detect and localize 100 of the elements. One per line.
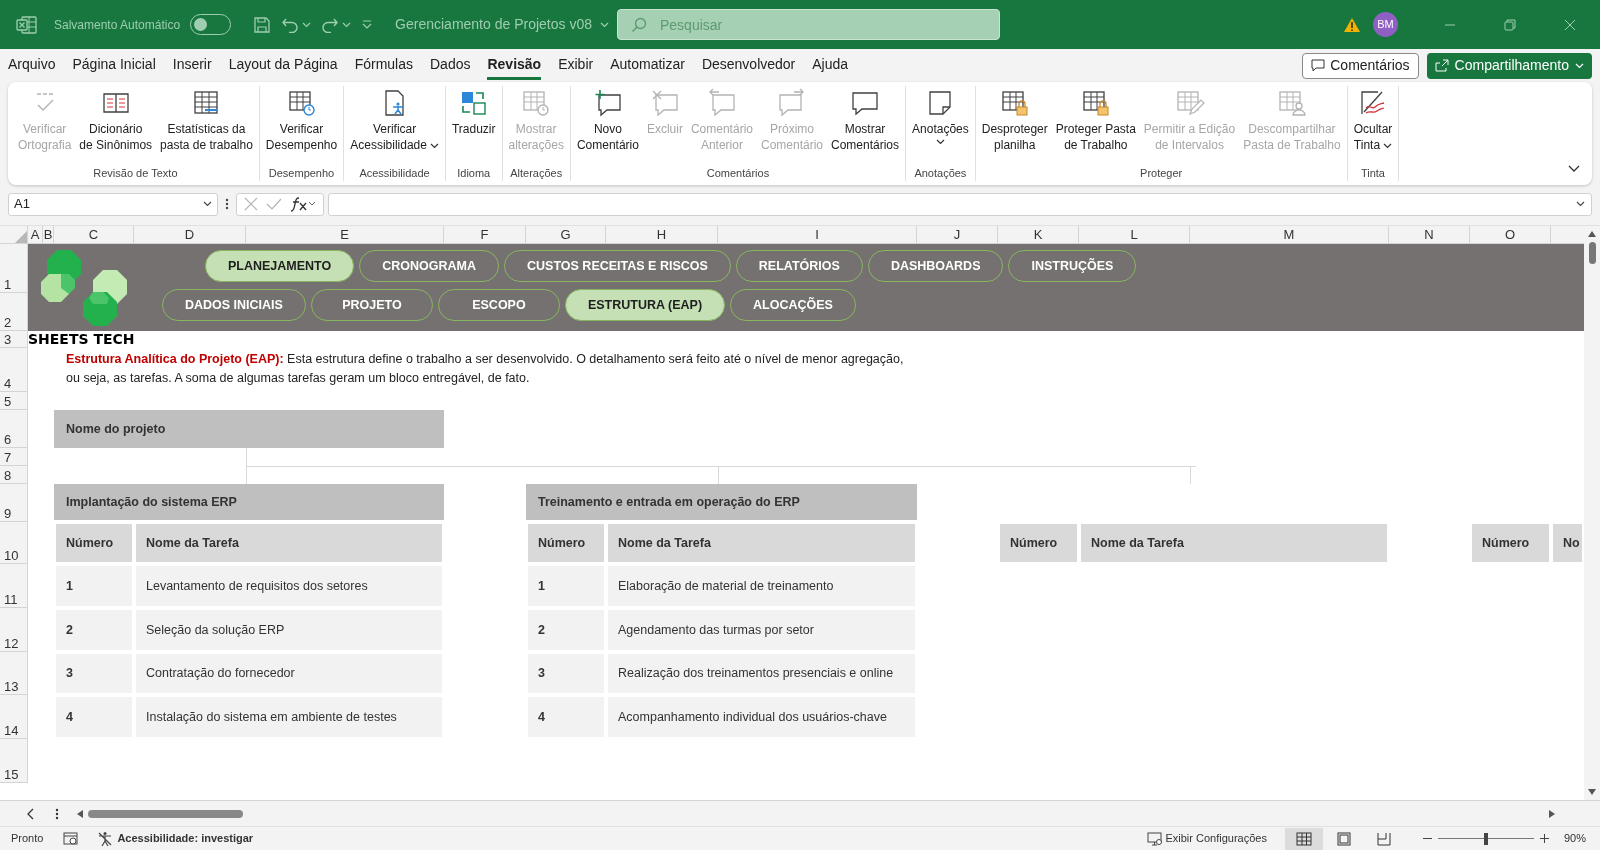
accessibility-status[interactable]: Acessibilidade: investigar — [97, 830, 254, 847]
menu-tab[interactable]: Arquivo — [8, 51, 56, 80]
row-header[interactable]: 10 — [0, 522, 28, 564]
more-sheets-icon[interactable] — [54, 806, 60, 821]
macro-record-icon[interactable] — [63, 831, 80, 846]
ribbon-button[interactable]: Anotações — [909, 86, 972, 145]
row-header[interactable]: 2 — [0, 293, 28, 331]
collapse-ribbon-icon[interactable] — [1568, 165, 1580, 173]
column-heading: Nome da Tarefa — [134, 522, 444, 564]
column-header[interactable]: N — [1389, 226, 1470, 244]
menu-tab[interactable]: Layout da Página — [228, 51, 338, 80]
task-number: 4 — [526, 695, 606, 739]
user-avatar[interactable]: BM — [1373, 12, 1398, 37]
display-settings-icon — [1147, 831, 1164, 846]
nav-button[interactable]: PLANEJAMENTO — [205, 250, 355, 282]
column-header[interactable]: I — [718, 226, 917, 244]
column-heading: No — [1551, 522, 1584, 564]
redo-icon[interactable] — [321, 16, 340, 33]
ribbon-button[interactable]: Desproteger planilha — [978, 86, 1051, 153]
column-header[interactable]: D — [134, 226, 246, 244]
row-header[interactable]: 11 — [0, 564, 28, 608]
menu-tab[interactable]: Desenvolvedor — [701, 51, 796, 80]
zoom-in-icon[interactable] — [1539, 834, 1549, 843]
scroll-left-icon[interactable] — [76, 808, 84, 819]
column-header[interactable]: A — [28, 226, 43, 244]
block-title: Implantação do sistema ERP — [54, 484, 444, 522]
ribbon-button[interactable]: Verificar Desempenho — [262, 86, 341, 153]
column-header[interactable]: H — [606, 226, 718, 244]
close-icon[interactable] — [1564, 18, 1576, 31]
task-name: Seleção da solução ERP — [134, 608, 444, 652]
row-header[interactable]: 14 — [0, 695, 28, 739]
ribbon-button[interactable]: Novo Comentário — [573, 86, 642, 153]
row-header[interactable]: 7 — [0, 448, 28, 466]
task-name: Realização dos treinamentos presenciais e online — [606, 652, 917, 695]
column-header[interactable]: F — [444, 226, 526, 244]
scroll-thumb[interactable] — [88, 809, 243, 818]
formula-input[interactable] — [328, 192, 1592, 216]
normal-view-icon[interactable] — [1284, 827, 1323, 850]
column-header[interactable]: J — [917, 226, 998, 244]
ribbon-button[interactable]: Ocultar Tinta — [1350, 86, 1396, 153]
column-header[interactable]: K — [998, 226, 1079, 244]
menu-tab[interactable]: Exibir — [558, 51, 594, 80]
ribbon-button[interactable]: Verificar Acessibilidade — [347, 86, 442, 153]
ribbon-button[interactable]: Traduzir — [448, 86, 499, 137]
horizontal-scrollbar[interactable] — [76, 808, 1556, 819]
column-header[interactable]: G — [526, 226, 606, 244]
task-number: 1 — [526, 564, 606, 608]
menu-tab[interactable]: Revisão — [487, 51, 542, 80]
undo-icon[interactable] — [281, 16, 300, 33]
row-header[interactable]: 6 — [0, 410, 28, 448]
column-header[interactable]: E — [246, 226, 444, 244]
nav-button[interactable]: ESTRUTURA (EAP) — [564, 289, 726, 321]
menu-tab[interactable]: Fórmulas — [354, 51, 413, 80]
share-button[interactable]: Compartilhamento — [1426, 52, 1592, 79]
search-field[interactable]: Pesquisar — [617, 9, 1000, 40]
row-header[interactable]: 12 — [0, 608, 28, 652]
row-header[interactable]: 8 — [0, 466, 28, 484]
ribbon-button[interactable]: Dicionário de Sinônimos — [76, 86, 156, 153]
row-header[interactable]: 4 — [0, 348, 28, 392]
scroll-up-icon[interactable] — [1587, 230, 1597, 238]
menu-tab[interactable]: Automatizar — [610, 51, 685, 80]
name-box[interactable]: A1 — [8, 192, 218, 216]
cancel-icon[interactable] — [244, 197, 258, 211]
zoom-slider[interactable] — [1437, 832, 1534, 845]
ribbon-button[interactable]: Proteger Pasta de Trabalho — [1052, 86, 1139, 153]
scroll-right-icon[interactable] — [1548, 808, 1556, 819]
task-name: Acompanhamento individual dos usuários-chave — [606, 695, 917, 739]
menu-tab[interactable]: Página Inicial — [72, 51, 156, 80]
column-header[interactable]: L — [1079, 226, 1190, 244]
row-header[interactable]: 13 — [0, 652, 28, 695]
menu-tab[interactable]: Ajuda — [812, 51, 849, 80]
insert-function-icon[interactable] — [290, 196, 316, 212]
vertical-scrollbar[interactable] — [1584, 226, 1600, 800]
row-header[interactable]: 1 — [0, 244, 28, 293]
row-header[interactable]: 9 — [0, 484, 28, 522]
restore-icon[interactable] — [1504, 18, 1516, 31]
scroll-down-icon[interactable] — [1587, 788, 1597, 796]
row-header[interactable]: 15 — [0, 739, 28, 783]
menu-tab[interactable]: Inserir — [172, 51, 212, 80]
ribbon-button[interactable]: Estatísticas da pasta de trabalho — [157, 86, 256, 153]
task-name: Contratação do fornecedor — [134, 652, 444, 695]
comments-button[interactable]: Comentários — [1302, 52, 1419, 79]
menu-tab[interactable]: Dados — [430, 51, 471, 80]
column-header[interactable]: C — [54, 226, 134, 244]
warning-icon[interactable] — [1343, 16, 1361, 33]
customize-toolbar-icon[interactable] — [361, 18, 374, 31]
save-icon[interactable] — [253, 15, 272, 34]
ribbon-button[interactable]: Mostrar Comentários — [828, 86, 903, 153]
app-logo-icon[interactable] — [16, 14, 38, 35]
confirm-icon[interactable] — [266, 197, 282, 211]
display-settings-button[interactable]: Exibir Configurações — [1147, 830, 1267, 847]
zoom-level[interactable]: 90% — [1563, 830, 1586, 847]
previous-sheet-icon[interactable] — [26, 807, 34, 820]
scroll-thumb[interactable] — [1588, 242, 1596, 264]
share-icon — [1434, 59, 1449, 72]
row-header[interactable]: 3 — [0, 331, 28, 348]
row-header[interactable]: 5 — [0, 392, 28, 410]
column-header[interactable]: O — [1470, 226, 1551, 244]
column-header[interactable]: M — [1190, 226, 1389, 244]
ribbon-group-label: Acessibilidade — [358, 166, 431, 181]
